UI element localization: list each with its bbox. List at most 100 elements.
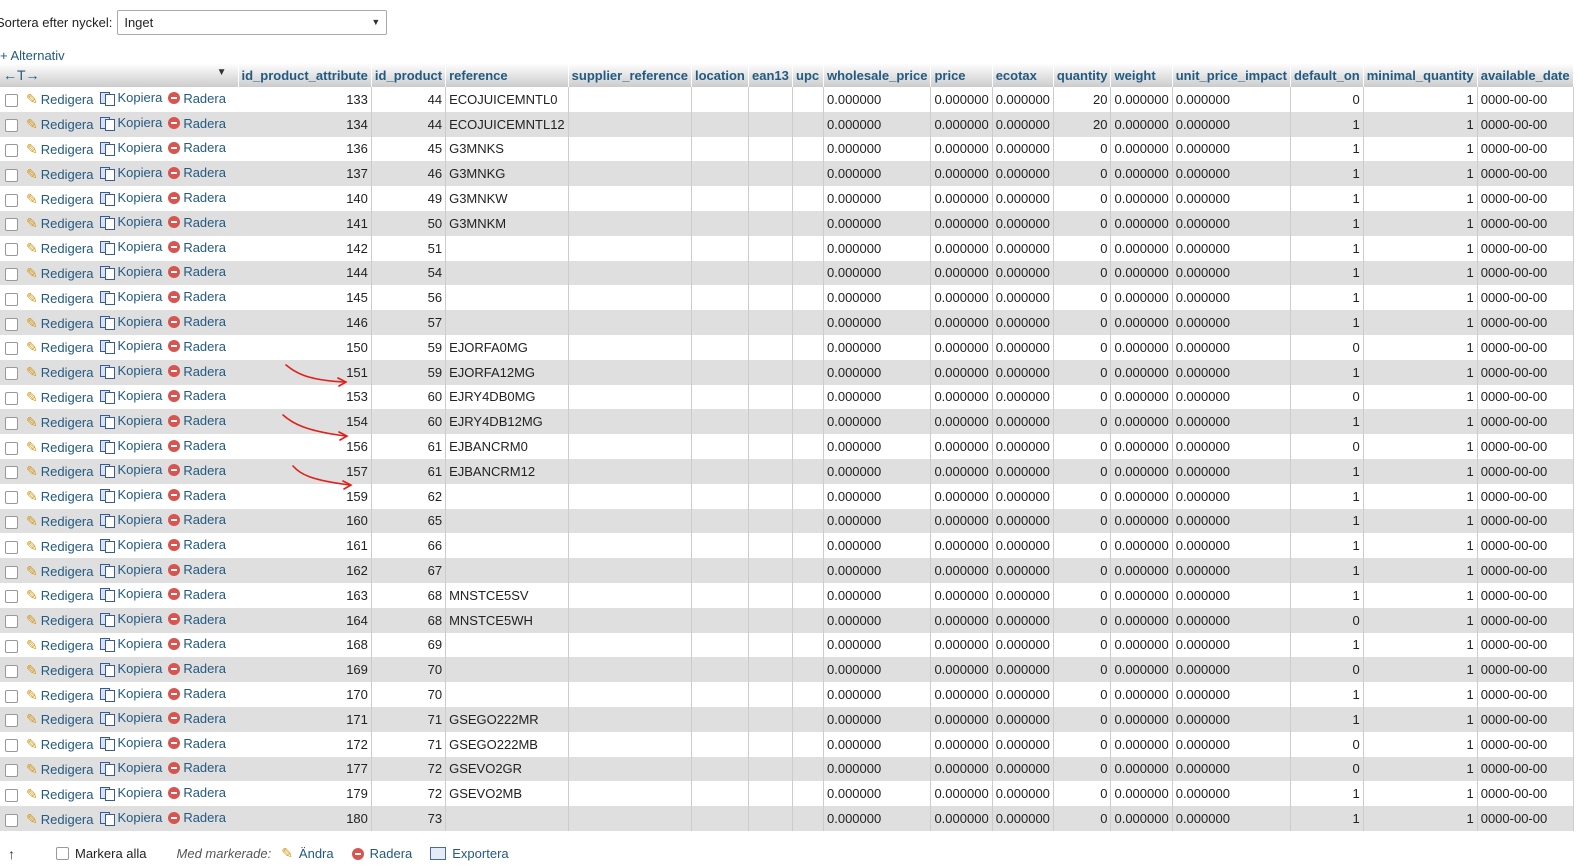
cell-ecotax[interactable]: 0.000000: [992, 136, 1054, 162]
cell-default-on[interactable]: 1: [1290, 285, 1364, 311]
cell-price[interactable]: 0.000000: [930, 359, 993, 385]
delete-button[interactable]: Radera: [168, 264, 226, 279]
cell-unit-price-impact[interactable]: 0.000000: [1172, 632, 1291, 658]
cell-price[interactable]: 0.000000: [930, 458, 993, 484]
cell-upc[interactable]: [792, 87, 824, 112]
cell-reference[interactable]: [445, 483, 569, 509]
cell-supplier-reference[interactable]: [568, 558, 693, 583]
cell-unit-price-impact[interactable]: 0.000000: [1172, 87, 1291, 112]
cell-ecotax[interactable]: 0.000000: [992, 731, 1054, 757]
row-checkbox[interactable]: [5, 119, 18, 133]
cell-reference[interactable]: [445, 285, 569, 311]
cell-default-on[interactable]: 1: [1290, 582, 1364, 608]
cell-location[interactable]: [691, 483, 749, 509]
cell-price[interactable]: 0.000000: [930, 310, 993, 335]
cell-unit-price-impact[interactable]: 0.000000: [1172, 136, 1291, 162]
delete-button[interactable]: Radera: [168, 488, 226, 503]
cell-wholesale-price[interactable]: 0.000000: [823, 558, 932, 583]
cell-location[interactable]: [691, 781, 749, 807]
cell-reference[interactable]: G3MNKM: [445, 210, 569, 236]
delete-button[interactable]: Radera: [168, 140, 226, 155]
copy-button[interactable]: Kopiera: [99, 686, 162, 702]
cell-quantity[interactable]: 0: [1053, 508, 1112, 534]
cell-ecotax[interactable]: 0.000000: [992, 384, 1054, 410]
copy-button[interactable]: Kopiera: [99, 636, 162, 652]
cell-weight[interactable]: 0.000000: [1110, 285, 1173, 311]
cell-upc[interactable]: [792, 409, 824, 435]
delete-button[interactable]: Radera: [168, 364, 226, 379]
cell-available-date[interactable]: 0000-00-00: [1477, 310, 1574, 335]
cell-supplier-reference[interactable]: [568, 434, 693, 459]
cell-ecotax[interactable]: 0.000000: [992, 334, 1054, 360]
cell-wholesale-price[interactable]: 0.000000: [823, 384, 932, 410]
cell-wholesale-price[interactable]: 0.000000: [823, 235, 932, 261]
row-checkbox[interactable]: [5, 615, 18, 629]
column-header-upc[interactable]: upc: [792, 63, 824, 87]
column-header-unit-price-impact[interactable]: unit_price_impact: [1172, 63, 1291, 87]
cell-wholesale-price[interactable]: 0.000000: [823, 731, 932, 757]
column-header-available-date[interactable]: available_date: [1477, 63, 1574, 87]
cell-id-product[interactable]: 72: [371, 756, 447, 782]
cell-ean13[interactable]: [748, 210, 793, 236]
cell-ean13[interactable]: [748, 310, 793, 335]
cell-available-date[interactable]: 0000-00-00: [1477, 682, 1574, 707]
cell-upc[interactable]: [792, 533, 824, 559]
cell-reference[interactable]: MNSTCE5SV: [445, 582, 569, 608]
cell-quantity[interactable]: 0: [1053, 731, 1112, 757]
cell-weight[interactable]: 0.000000: [1110, 682, 1173, 707]
cell-id-product[interactable]: 73: [371, 806, 447, 831]
cell-reference[interactable]: G3MNKG: [445, 161, 569, 187]
edit-button[interactable]: ✎ Redigera: [26, 166, 94, 183]
cell-unit-price-impact[interactable]: 0.000000: [1172, 508, 1291, 534]
cell-unit-price-impact[interactable]: 0.000000: [1172, 657, 1291, 683]
cell-upc[interactable]: [792, 657, 824, 683]
cell-reference[interactable]: [445, 310, 569, 335]
cell-reference[interactable]: [445, 806, 569, 831]
bulk-export-button[interactable]: Exportera: [430, 846, 509, 861]
cell-ean13[interactable]: [748, 682, 793, 707]
row-checkbox[interactable]: [5, 243, 18, 257]
cell-reference[interactable]: GSEGO222MR: [445, 706, 569, 732]
cell-ecotax[interactable]: 0.000000: [992, 161, 1054, 187]
cell-minimal-quantity[interactable]: 1: [1363, 806, 1478, 831]
cell-price[interactable]: 0.000000: [930, 334, 993, 360]
delete-button[interactable]: Radera: [168, 711, 226, 726]
copy-button[interactable]: Kopiera: [99, 165, 162, 181]
cell-price[interactable]: 0.000000: [930, 384, 993, 410]
cell-unit-price-impact[interactable]: 0.000000: [1172, 558, 1291, 583]
cell-id-product-attribute[interactable]: 151: [238, 359, 372, 385]
cell-supplier-reference[interactable]: [568, 310, 693, 335]
cell-location[interactable]: [691, 632, 749, 658]
cell-id-product-attribute[interactable]: 179: [238, 781, 372, 807]
cell-available-date[interactable]: 0000-00-00: [1477, 582, 1574, 608]
cell-location[interactable]: [691, 607, 749, 633]
delete-button[interactable]: Radera: [168, 289, 226, 304]
cell-minimal-quantity[interactable]: 1: [1363, 607, 1478, 633]
cell-ean13[interactable]: [748, 87, 793, 112]
cell-quantity[interactable]: 0: [1053, 260, 1112, 286]
cell-ean13[interactable]: [748, 186, 793, 211]
cell-available-date[interactable]: 0000-00-00: [1477, 359, 1574, 385]
column-header-id-product-attribute[interactable]: id_product_attribute: [238, 63, 372, 87]
cell-quantity[interactable]: 0: [1053, 210, 1112, 236]
cell-quantity[interactable]: 0: [1053, 334, 1112, 360]
cell-ean13[interactable]: [748, 260, 793, 286]
delete-button[interactable]: Radera: [168, 512, 226, 527]
cell-reference[interactable]: [445, 508, 569, 534]
cell-id-product-attribute[interactable]: 161: [238, 533, 372, 559]
copy-button[interactable]: Kopiera: [99, 710, 162, 727]
cell-location[interactable]: [691, 161, 749, 187]
cell-supplier-reference[interactable]: [568, 260, 693, 286]
column-header-price[interactable]: price: [930, 63, 993, 87]
cell-unit-price-impact[interactable]: 0.000000: [1172, 483, 1291, 509]
cell-upc[interactable]: [792, 111, 824, 137]
cell-unit-price-impact[interactable]: 0.000000: [1172, 310, 1291, 335]
cell-minimal-quantity[interactable]: 1: [1363, 409, 1478, 435]
cell-ecotax[interactable]: 0.000000: [992, 756, 1054, 782]
cell-quantity[interactable]: 0: [1053, 657, 1112, 683]
cell-unit-price-impact[interactable]: 0.000000: [1172, 682, 1291, 707]
edit-button[interactable]: ✎ Redigera: [26, 290, 94, 307]
cell-location[interactable]: [691, 434, 749, 459]
cell-id-product[interactable]: 68: [371, 607, 447, 633]
delete-button[interactable]: Radera: [168, 463, 226, 478]
